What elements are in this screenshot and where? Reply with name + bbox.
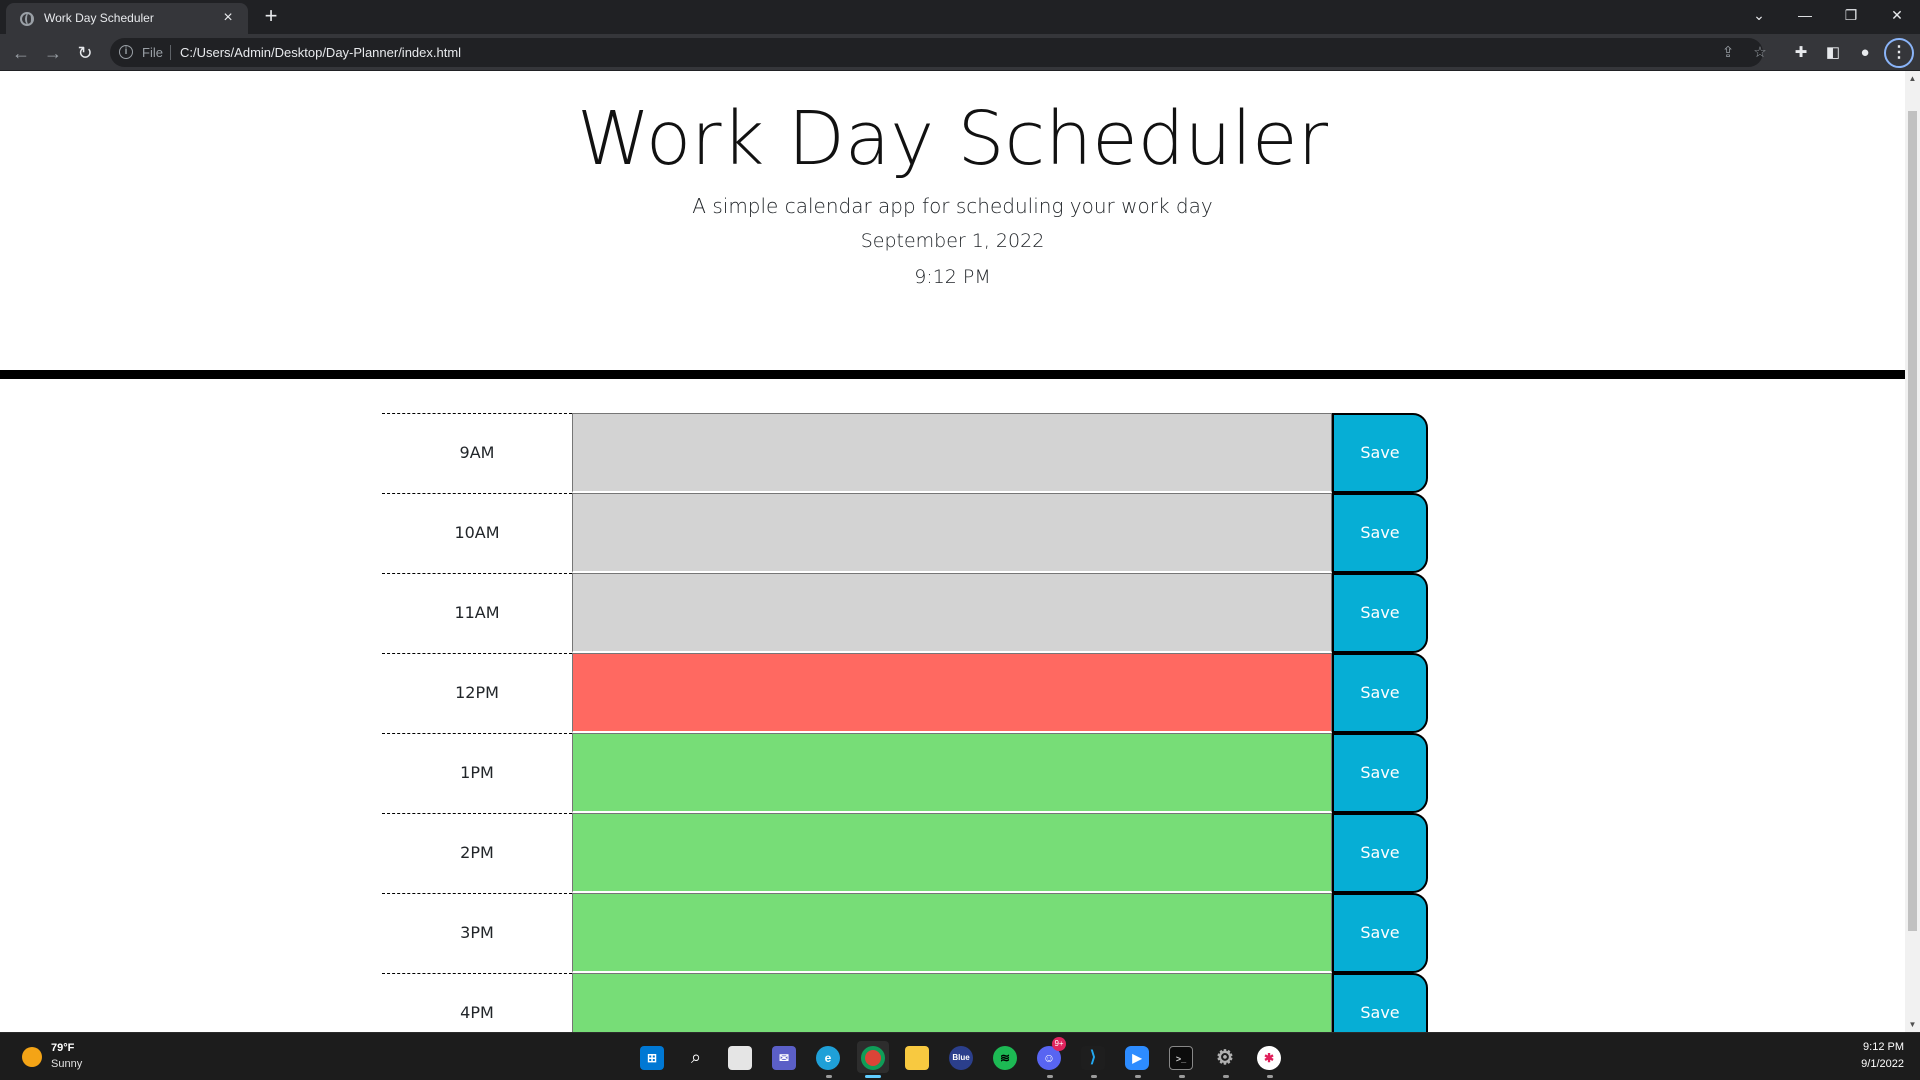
bluestacks-icon[interactable]: Blue: [945, 1041, 977, 1073]
time-block-row: 11AM Save: [382, 573, 1428, 653]
system-clock-time[interactable]: 9:12 PM: [1863, 1041, 1904, 1053]
slack-icon[interactable]: ✱: [1253, 1041, 1285, 1073]
event-description-input[interactable]: [572, 973, 1332, 1032]
save-button[interactable]: Save: [1332, 493, 1428, 573]
save-button[interactable]: Save: [1332, 893, 1428, 973]
zoom-running-indicator: [1135, 1075, 1141, 1078]
chrome-active-indicator: [865, 1075, 881, 1078]
event-description-input[interactable]: [572, 493, 1332, 573]
terminal-icon[interactable]: >_: [1165, 1041, 1197, 1073]
discord-running-indicator: [1047, 1075, 1053, 1078]
browser-tab-strip: Work Day Scheduler × + ⌄ — ❐ ✕: [0, 0, 1920, 34]
new-tab-button[interactable]: +: [258, 3, 284, 29]
weather-condition[interactable]: Sunny: [51, 1058, 82, 1070]
hour-label: 2PM: [382, 813, 572, 893]
event-description-input[interactable]: [572, 813, 1332, 893]
task-view-icon[interactable]: [724, 1041, 756, 1073]
start-icon[interactable]: ⊞: [636, 1041, 668, 1073]
bookmark-star-icon[interactable]: ☆: [1750, 43, 1770, 63]
url-scheme-label: File: [142, 45, 163, 60]
omnibox-divider: [170, 45, 171, 60]
terminal-running-indicator: [1179, 1075, 1185, 1078]
browser-tab[interactable]: Work Day Scheduler ×: [6, 3, 248, 34]
save-button[interactable]: Save: [1332, 573, 1428, 653]
time-block-row: 3PM Save: [382, 893, 1428, 973]
time-block-row: 1PM Save: [382, 733, 1428, 813]
header-divider: [0, 370, 1905, 379]
hour-label: 12PM: [382, 653, 572, 733]
save-button[interactable]: Save: [1332, 973, 1428, 1032]
page-subtitle: A simple calendar app for scheduling you…: [692, 194, 1213, 218]
chat-icon[interactable]: ✉: [768, 1041, 800, 1073]
browser-menu-icon[interactable]: ⋮: [1884, 38, 1914, 68]
vscode-running-indicator: [1091, 1075, 1097, 1078]
system-clock-date[interactable]: 9/1/2022: [1861, 1058, 1904, 1070]
settings-icon[interactable]: ⚙: [1209, 1041, 1241, 1073]
tab-search-icon[interactable]: ⌄: [1736, 0, 1782, 30]
settings-running-indicator: [1223, 1075, 1229, 1078]
globe-icon: [20, 12, 34, 26]
current-time: 9:12 PM: [914, 266, 991, 288]
scrollbar-thumb[interactable]: [1908, 111, 1917, 931]
site-info-icon[interactable]: i: [119, 45, 133, 59]
zoom-icon[interactable]: ▶: [1121, 1041, 1153, 1073]
page-scrollbar[interactable]: ▲ ▼: [1905, 71, 1920, 1032]
time-block-row: 2PM Save: [382, 813, 1428, 893]
url-text[interactable]: C:/Users/Admin/Desktop/Day-Planner/index…: [180, 45, 461, 60]
restore-button[interactable]: ❐: [1828, 0, 1874, 30]
event-description-input[interactable]: [572, 893, 1332, 973]
spotify-icon[interactable]: ≋: [989, 1041, 1021, 1073]
close-window-button[interactable]: ✕: [1874, 0, 1920, 30]
close-tab-icon[interactable]: ×: [218, 8, 238, 28]
extensions-icon[interactable]: ✚: [1788, 40, 1814, 66]
save-button[interactable]: Save: [1332, 653, 1428, 733]
time-block-row: 10AM Save: [382, 493, 1428, 573]
weather-temperature[interactable]: 79°F: [51, 1042, 74, 1054]
side-panel-icon[interactable]: ◧: [1820, 40, 1846, 66]
file-explorer-icon[interactable]: [901, 1041, 933, 1073]
edge-running-indicator: [826, 1075, 832, 1078]
hour-label: 3PM: [382, 893, 572, 973]
slack-running-indicator: [1267, 1075, 1273, 1078]
browser-toolbar: ← → ↻ i File C:/Users/Admin/Desktop/Day-…: [0, 34, 1920, 71]
hour-label: 9AM: [382, 413, 572, 493]
windows-taskbar: 79°F Sunny ⊞ ⌕ ✉ e Blue ≋ ☺ 9+ ⟩ ▶ >_ ⚙ …: [0, 1032, 1920, 1080]
reload-icon[interactable]: ↻: [72, 40, 98, 66]
address-bar[interactable]: i File C:/Users/Admin/Desktop/Day-Planne…: [110, 38, 1767, 67]
chrome-icon[interactable]: [857, 1041, 889, 1073]
hour-label: 4PM: [382, 973, 572, 1032]
vscode-icon[interactable]: ⟩: [1077, 1041, 1109, 1073]
event-description-input[interactable]: [572, 573, 1332, 653]
current-date: September 1, 2022: [860, 230, 1045, 252]
event-description-input[interactable]: [572, 413, 1332, 493]
time-block-row: 4PM Save: [382, 973, 1428, 1032]
event-description-input[interactable]: [572, 733, 1332, 813]
hour-label: 1PM: [382, 733, 572, 813]
schedule-container: 9AM Save 10AM Save 11AM Save 12PM Save 1PM Save 2P…: [382, 413, 1428, 1032]
hour-label: 10AM: [382, 493, 572, 573]
time-block-row: 12PM Save: [382, 653, 1428, 733]
forward-arrow-icon[interactable]: →: [40, 40, 66, 66]
edge-icon[interactable]: e: [812, 1041, 844, 1073]
sun-icon[interactable]: [22, 1047, 42, 1067]
tab-title: Work Day Scheduler: [44, 11, 154, 25]
back-arrow-icon[interactable]: ←: [8, 40, 34, 66]
hour-label: 11AM: [382, 573, 572, 653]
scroll-down-arrow-icon[interactable]: ▼: [1905, 1017, 1920, 1032]
page-header: Work Day Scheduler A simple calendar app…: [0, 71, 1905, 373]
scroll-up-arrow-icon[interactable]: ▲: [1905, 71, 1920, 86]
search-icon[interactable]: ⌕: [680, 1041, 712, 1073]
minimize-button[interactable]: —: [1782, 0, 1828, 30]
save-button[interactable]: Save: [1332, 733, 1428, 813]
share-icon[interactable]: ⇪: [1718, 43, 1738, 63]
profile-icon[interactable]: ●: [1852, 40, 1878, 66]
page-viewport: Work Day Scheduler A simple calendar app…: [0, 71, 1905, 1032]
page-title: Work Day Scheduler: [576, 96, 1329, 182]
event-description-input[interactable]: [572, 653, 1332, 733]
save-button[interactable]: Save: [1332, 413, 1428, 493]
save-button[interactable]: Save: [1332, 813, 1428, 893]
discord-notification-badge: 9+: [1052, 1037, 1066, 1051]
time-block-row: 9AM Save: [382, 413, 1428, 493]
